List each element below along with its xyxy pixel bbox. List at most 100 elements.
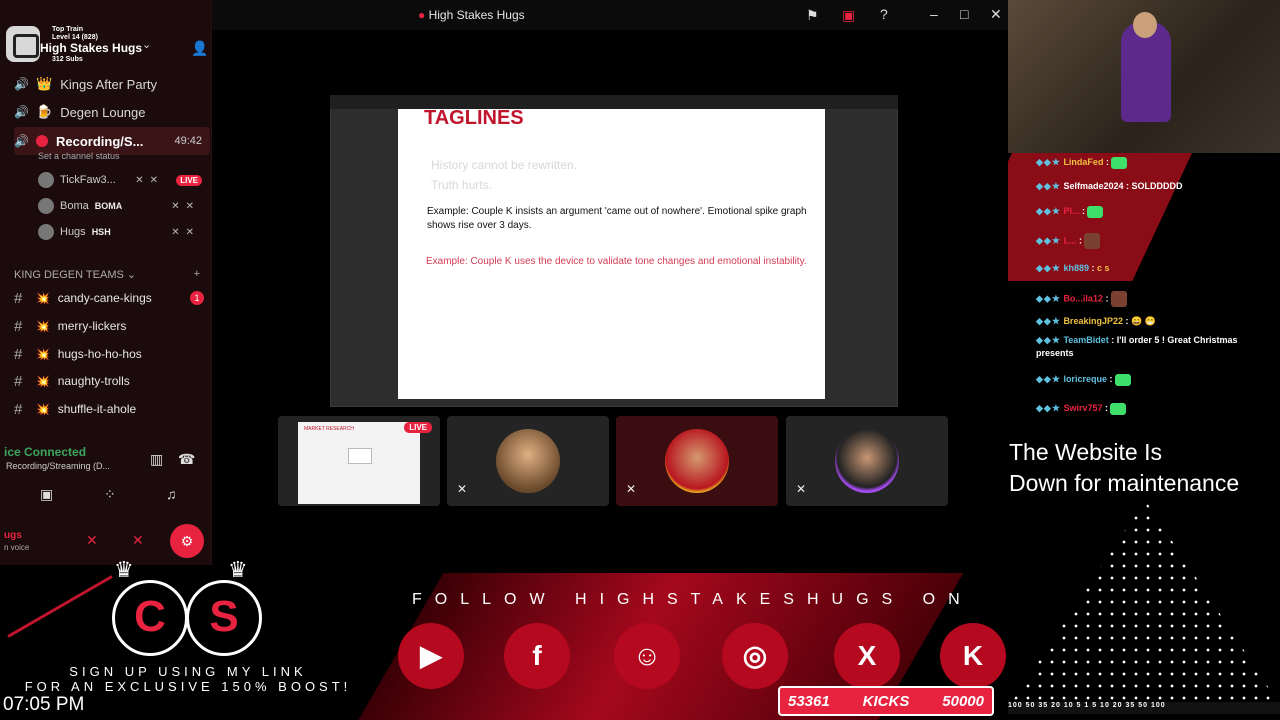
channel-label: Recording/S... xyxy=(56,133,144,149)
app-logo-icon: ● xyxy=(418,8,426,22)
signal-icon[interactable]: ▥ xyxy=(150,451,163,468)
channel-label: hugs-ho-ho-hos xyxy=(57,347,142,361)
user-panel-status: n voice xyxy=(4,543,30,552)
channel-emoji-icon: 💥 xyxy=(36,375,50,388)
voice-user[interactable]: Boma BOMA ✕✕ xyxy=(38,195,208,217)
chat-text: c s xyxy=(1096,263,1110,273)
voice-connected-channel[interactable]: Recording/Streaming (D... xyxy=(6,461,110,471)
badge-icons: ◆◆★ xyxy=(1036,374,1061,384)
flag-icon[interactable]: ⚑ xyxy=(806,7,819,24)
channel-emoji-icon: 💥 xyxy=(36,320,50,333)
muted-icon: ✕ xyxy=(626,482,637,496)
participant-tile[interactable]: ✕ xyxy=(616,416,778,506)
crown-emoji-icon: 👑 xyxy=(36,76,53,91)
chat-user: Selfmade2024 xyxy=(1063,181,1124,191)
voice-user[interactable]: Hugs HSH ✕✕ xyxy=(38,221,208,243)
chat-message: ◆◆★ Swirv757 : xyxy=(1036,402,1276,415)
crown-icon: ♛ xyxy=(114,557,134,582)
category-header[interactable]: KING DEGEN TEAMS ⌄ + xyxy=(14,268,204,281)
text-channel[interactable]: # 💥 candy-cane-kings 1 xyxy=(14,285,210,311)
slide-example-1: Example: Couple K insists an argument 'c… xyxy=(427,206,807,231)
chevron-down-icon[interactable]: ⌄ xyxy=(142,38,151,51)
text-channel[interactable]: # 💥 shuffle-it-ahole xyxy=(14,396,210,422)
headset-muted-icon[interactable]: ✕ xyxy=(132,532,144,549)
badge-icons: ◆◆★ xyxy=(1036,293,1061,304)
emote-icon xyxy=(1110,402,1127,415)
chat-message: ◆◆★ Bo...ila12 : xyxy=(1036,291,1276,307)
close-icon[interactable]: ✕ xyxy=(990,6,1002,23)
chat-text: SOLDDDDD xyxy=(1131,181,1183,191)
hash-icon: # xyxy=(14,372,23,390)
avatar xyxy=(38,172,54,188)
subs-count: 312 Subs xyxy=(52,56,83,63)
user-name: Boma xyxy=(60,200,89,212)
channel-emoji-icon: 💥 xyxy=(36,348,50,361)
text-channel[interactable]: # 💥 merry-lickers xyxy=(14,313,210,339)
red-line-decoration xyxy=(7,575,113,638)
window-title-text: High Stakes Hugs xyxy=(428,8,525,22)
participant-tile[interactable]: ✕ xyxy=(447,416,609,506)
muted-icon: ✕✕ xyxy=(171,226,200,238)
stream-tile-screen[interactable]: MARKET RESEARCH LIVE xyxy=(278,416,440,506)
badge-icons: ◆◆★ xyxy=(1036,263,1061,273)
voice-user[interactable]: TickFaw3... ✕✕ LIVE xyxy=(38,169,208,191)
disconnect-icon[interactable]: ☎ xyxy=(178,451,195,468)
server-name[interactable]: High Stakes Hugs xyxy=(40,41,142,55)
server-train-icon[interactable] xyxy=(6,26,40,62)
avatar xyxy=(496,429,560,493)
voice-channel-kings-after-party[interactable]: 🔊 👑 Kings After Party xyxy=(14,71,210,97)
settings-gear-icon[interactable]: ⚙ xyxy=(170,524,204,558)
channel-label: Kings After Party xyxy=(60,76,158,92)
chat-message: ◆◆★ BreakingJP22 : 😀 😁 xyxy=(1036,316,1156,326)
user-name: Hugs xyxy=(60,226,86,238)
website-notice: The Website Is Down for maintenance xyxy=(1009,439,1240,496)
speaker-icon: 🔊 xyxy=(14,134,29,148)
record-icon[interactable]: ▣ xyxy=(842,7,855,24)
channel-status[interactable]: Set a channel status xyxy=(38,151,120,161)
channel-label: naughty-trolls xyxy=(57,374,130,388)
x-twitter-icon: X xyxy=(834,623,900,689)
avatar xyxy=(38,198,54,214)
chat-message: ◆◆★ Pl... : xyxy=(1036,205,1276,218)
beer-emoji-icon: 🍺 xyxy=(36,104,53,119)
channel-timer: 49:42 xyxy=(174,135,202,147)
add-channel-icon[interactable]: + xyxy=(194,268,200,280)
add-user-icon[interactable]: 👤 xyxy=(191,40,208,57)
speaker-icon: 🔊 xyxy=(14,77,29,91)
chat-text: 😀 😁 xyxy=(1130,316,1156,326)
chat-user: BreakingJP22 xyxy=(1063,316,1123,326)
chat-message: ◆◆★ L... : xyxy=(1036,233,1276,249)
mini-slide-title: MARKET RESEARCH xyxy=(304,426,354,432)
maximize-icon[interactable]: □ xyxy=(960,6,968,22)
facebook-icon: f xyxy=(504,623,570,689)
screen-share-icon[interactable]: ▣ xyxy=(40,486,53,503)
slide-title: TAGLINES xyxy=(424,109,524,129)
soundboard-icon[interactable]: ♫ xyxy=(166,486,177,502)
text-channel[interactable]: # 💥 hugs-ho-ho-hos xyxy=(14,341,210,367)
activities-icon[interactable]: ⁘ xyxy=(104,486,116,503)
badge-icons: ◆◆★ xyxy=(1036,181,1061,191)
clock: 07:05 PM xyxy=(3,694,85,715)
hash-icon: # xyxy=(14,317,23,335)
text-channel[interactable]: # 💥 naughty-trolls xyxy=(14,368,210,394)
minimize-icon[interactable]: – xyxy=(930,6,938,22)
live-badge: LIVE xyxy=(404,422,432,433)
ticker-strip: 100 50 35 20 10 5 1 5 10 20 35 50 100 xyxy=(1008,702,1280,714)
mic-muted-icon[interactable]: ✕ xyxy=(86,532,98,549)
voice-channel-degen-lounge[interactable]: 🔊 🍺 Degen Lounge xyxy=(14,99,210,125)
muted-icon: ✕ xyxy=(796,482,807,496)
channel-label: candy-cane-kings xyxy=(57,291,152,305)
help-icon[interactable]: ? xyxy=(880,6,888,22)
slide-example-2: Example: Couple K uses the device to val… xyxy=(426,256,807,267)
sponsor-logo-s: S xyxy=(186,580,262,656)
speaker-icon: 🔊 xyxy=(14,105,29,119)
avatar xyxy=(835,429,899,493)
user-tag: BOMA xyxy=(94,201,123,211)
badge-icons: ◆◆★ xyxy=(1036,316,1061,326)
chat-user: LindaFed xyxy=(1063,157,1104,167)
webcam-feed xyxy=(1008,0,1280,153)
muted-icon: ✕✕ xyxy=(171,200,200,212)
participant-tile[interactable]: ✕ xyxy=(786,416,948,506)
signup-promo: SIGN UP USING MY LINK FOR AN EXCLUSIVE 1… xyxy=(24,664,352,694)
emote-icon xyxy=(1111,156,1128,169)
